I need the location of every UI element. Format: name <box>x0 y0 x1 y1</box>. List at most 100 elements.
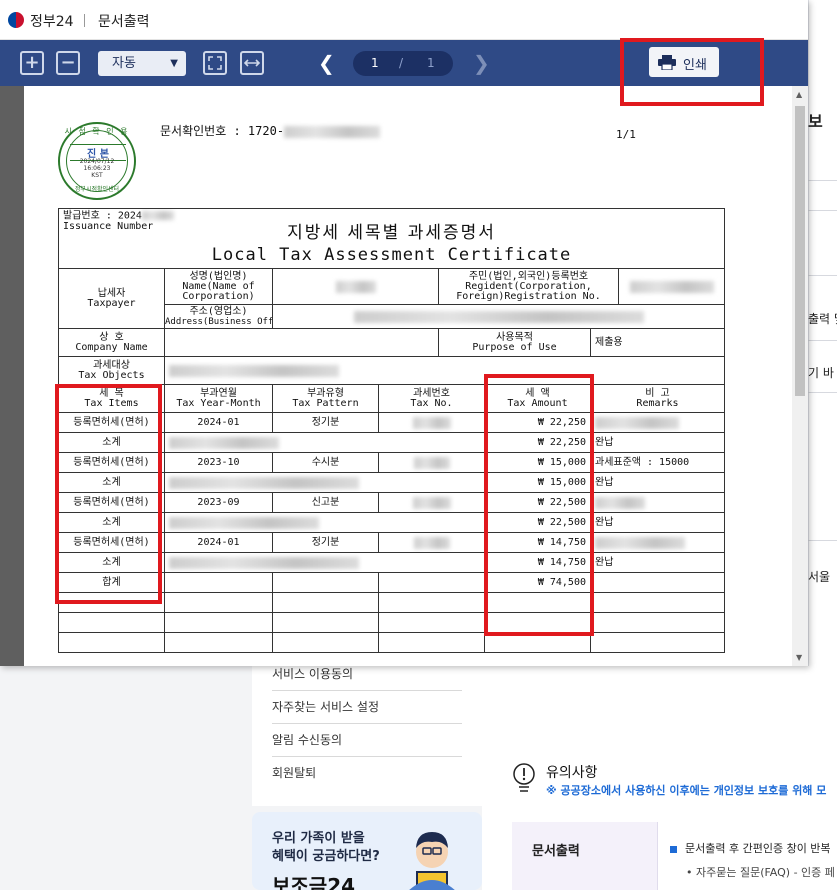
company-label: 상 호 Company Name <box>58 328 165 357</box>
menu-item-withdrawal[interactable]: 회원탈퇴 <box>272 757 462 790</box>
faq-link[interactable]: • 자주묻는 질문(FAQ) - 인증 페 <box>686 864 835 880</box>
redacted-value <box>169 436 279 449</box>
col-tax-no: 과세번호 Tax No. <box>378 384 485 413</box>
redacted-value <box>284 125 381 138</box>
chevron-right-icon: ❯ <box>473 51 490 75</box>
address-label-ko: 주소(영업소) <box>189 305 248 317</box>
subtotal-detail <box>164 472 485 493</box>
name-value <box>272 268 439 305</box>
total-pages: 1 <box>427 56 435 70</box>
chevron-down-icon: ▼ <box>170 58 178 69</box>
company-row: 상 호 Company Name 사용목적 Purpose of Use 제출용 <box>58 328 726 357</box>
background-divider <box>808 275 837 276</box>
fit-page-button[interactable] <box>203 51 227 75</box>
minus-box-icon: − <box>60 52 76 73</box>
reg-label-en: Foreign)Registration No. <box>456 290 601 302</box>
current-page-input[interactable]: 1 <box>371 56 379 70</box>
certificate-title-en: Local Tax Assessment Certificate <box>211 244 572 265</box>
redacted-value <box>141 211 174 220</box>
subtotal-detail <box>164 432 485 453</box>
tax-number <box>378 452 485 473</box>
subsidy-banner[interactable]: 우리 가족이 받을 혜택이 궁금하다면? 보조금24 <box>252 812 482 890</box>
remarks <box>589 532 726 553</box>
tax-objects-label-ko: 과세대상 <box>93 359 130 371</box>
background-side-menu: 서비스 이용동의 자주찾는 서비스 설정 알림 수신동의 회원탈퇴 <box>252 666 482 806</box>
tax-objects-row: 과세대상 Tax Objects <box>58 356 726 385</box>
redacted-value <box>413 536 450 549</box>
zoom-value: 자동 <box>112 56 136 71</box>
chevron-left-icon: ❮ <box>318 51 335 75</box>
title-separator <box>84 14 85 27</box>
background-divider <box>808 340 837 341</box>
col-year-month-ko: 부과연월 <box>200 387 237 399</box>
remarks <box>589 412 726 433</box>
fit-width-button[interactable] <box>240 51 264 75</box>
remarks <box>589 492 726 513</box>
name-label-ko: 성명(법인명) <box>189 270 248 282</box>
empty-row <box>58 612 726 633</box>
vertical-scrollbar[interactable]: ▲ ▼ <box>792 86 808 666</box>
notice-subtitle: ※ 공공장소에서 사용하신 이후에는 개인정보 보호를 위해 모 <box>546 784 827 797</box>
next-page-button[interactable]: ❯ <box>473 50 490 76</box>
col-remarks: 비 고 Remarks <box>589 384 726 413</box>
gov24-logo-icon <box>8 12 24 28</box>
col-tax-pattern-en: Tax Pattern <box>292 397 359 409</box>
tax-pattern: 수시분 <box>272 452 379 473</box>
scroll-down-arrow-icon[interactable]: ▼ <box>796 653 802 662</box>
redacted-value <box>412 496 451 509</box>
company-label-ko: 상 호 <box>99 331 124 343</box>
zoom-out-button[interactable]: − <box>56 51 80 75</box>
bullet-square-icon <box>670 845 677 853</box>
plus-box-icon: + <box>24 52 40 73</box>
background-divider <box>808 180 837 181</box>
redacted-value <box>595 496 645 509</box>
tax-pattern: 정기분 <box>272 532 379 553</box>
remarks: 과세표준액 : 15000 <box>589 452 726 473</box>
redacted-value <box>169 364 339 377</box>
tax-pattern: 정기분 <box>272 412 379 433</box>
tax-number <box>378 532 485 553</box>
address-value <box>271 304 726 329</box>
page-indicator: 1 / 1 <box>353 51 453 76</box>
background-right-label: 출력 및 <box>808 312 837 326</box>
doc-box-label-cell: 문서출력 <box>512 822 657 890</box>
person-illustration-icon <box>409 832 455 890</box>
banner-line-1: 우리 가족이 받을 <box>272 831 365 846</box>
address-label: 주소(영업소)Address(Business Office) <box>164 304 273 329</box>
purpose-label-en: Purpose of Use <box>472 341 557 353</box>
zoom-in-button[interactable]: + <box>20 51 44 75</box>
reg-label-en: Regident(Corporation, <box>465 280 592 292</box>
scroll-up-arrow-icon[interactable]: ▲ <box>796 90 802 99</box>
redacted-value <box>169 516 319 529</box>
tax-year-month: 2024-01 <box>164 412 273 433</box>
redacted-value <box>169 556 359 569</box>
taxpayer-ko: 납세자 <box>97 287 126 299</box>
scroll-thumb[interactable] <box>795 106 805 396</box>
screen: 보 출력 및 기 바 서울 서비스 이용동의 자주찾는 서비스 설정 알림 수신… <box>0 0 837 890</box>
banner-title: 보조금24 <box>272 874 356 890</box>
menu-item-notification-agreement[interactable]: 알림 수신동의 <box>272 724 462 757</box>
subtotal-detail <box>164 512 485 533</box>
issuance-label-en: Issuance Number <box>63 220 154 232</box>
address-label-en: Address(Business Office) <box>165 316 273 327</box>
menu-item-favorite-settings[interactable]: 자주찾는 서비스 설정 <box>272 691 462 724</box>
seal-bottom-text: 정부시점확인센터 <box>74 186 120 193</box>
remarks: 완납 <box>589 432 726 453</box>
background-divider <box>808 540 837 541</box>
empty-row <box>58 632 726 653</box>
remarks: 완납 <box>589 512 726 533</box>
redacted-value <box>335 280 376 293</box>
col-tax-pattern-ko: 부과유형 <box>307 387 344 399</box>
seal-date: 2024/07/12 <box>79 158 115 165</box>
seal-top-text: 시 점 확 인 용 <box>64 127 130 136</box>
title-bar: 정부24 문서출력 <box>0 0 808 40</box>
tax-objects-label: 과세대상 Tax Objects <box>58 356 165 385</box>
remarks: 완납 <box>589 472 726 493</box>
reg-label-ko: 주민(법인,외국인)등록번호 <box>468 270 589 282</box>
doc-output-notice-box: 문서출력 문서출력 후 간편인증 창이 반복 • 자주묻는 질문(FAQ) - … <box>512 822 837 890</box>
doc-box-title: 문서출력 <box>532 844 580 859</box>
confirm-label: 문서확인번호 : 1720- <box>160 124 285 138</box>
zoom-select[interactable]: 자동 ▼ <box>98 51 186 76</box>
lightbulb-icon <box>513 763 535 792</box>
prev-page-button[interactable]: ❮ <box>318 50 335 76</box>
